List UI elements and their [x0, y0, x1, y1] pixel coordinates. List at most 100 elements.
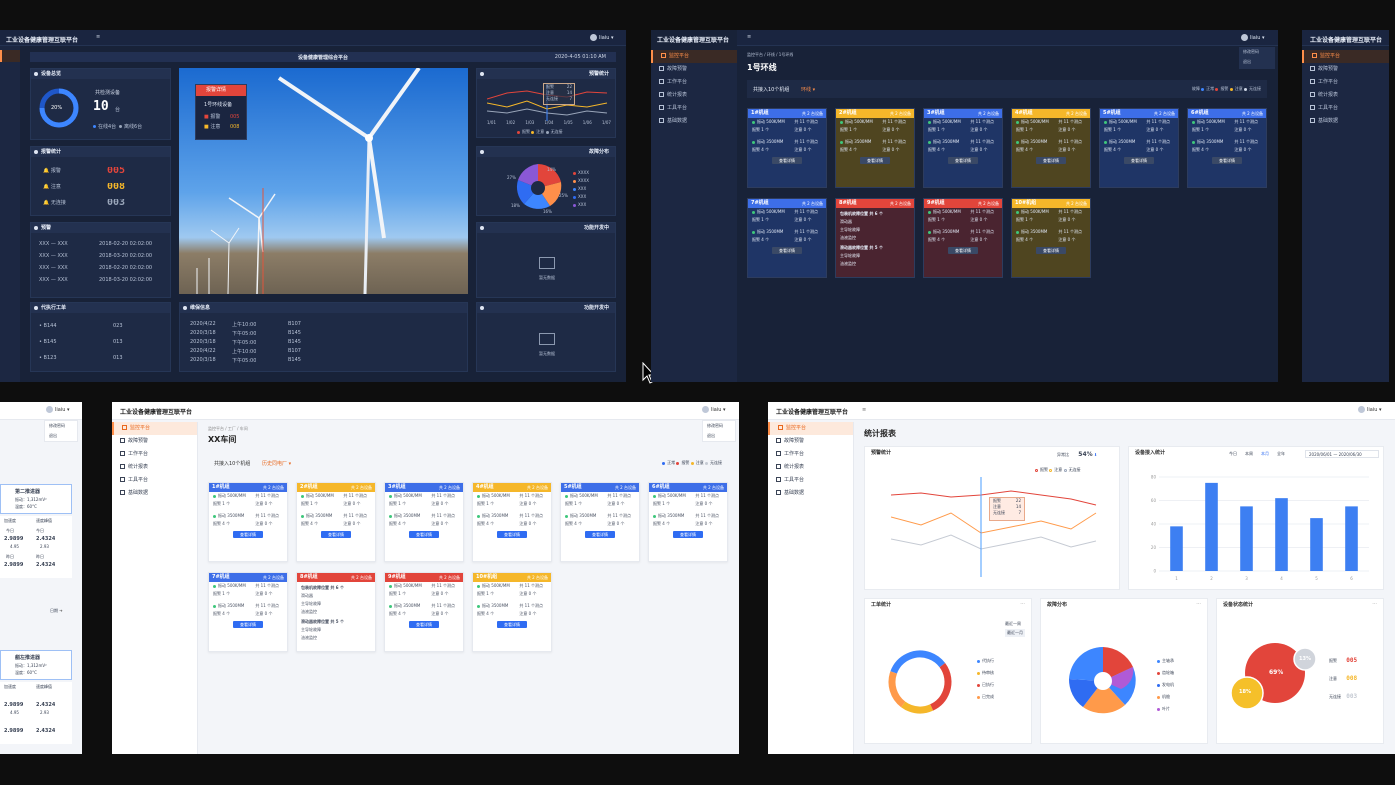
order-row[interactable]: • B123 [39, 355, 57, 361]
thruster-card-1[interactable]: 第二推进器 振动：1,312mV² 温度：60°C [0, 484, 72, 514]
sidebar-item[interactable]: 统计报表 [651, 89, 737, 102]
warning-row[interactable]: XXX — XXX [39, 241, 68, 247]
sidebar-item[interactable]: 故障预警 [1302, 63, 1389, 76]
period-tab[interactable]: 今日 [1229, 451, 1237, 456]
unit-card[interactable]: 9#机组 共 2 台设备 振动 500K/MM 共 11 个测点 报警 1 个注意 0 … [923, 198, 1003, 278]
sidebar-item[interactable]: 故障预警 [112, 435, 197, 448]
sidebar-item[interactable]: 监控平台 [651, 50, 737, 63]
unit-card[interactable]: 6#机组 共 2 台设备 振动 500K/MM 共 11 个测点 报警 1 个注意 0 … [1187, 108, 1267, 188]
menu-toggle-icon[interactable]: ≡ [747, 34, 751, 40]
view-details-button[interactable]: 查看详情 [1036, 247, 1066, 254]
period-tab[interactable]: 全年 [1277, 451, 1285, 456]
unit-card[interactable]: 3#机组 共 2 台设备 振动 500K/MM 共 11 个测点 报警 1 个注意 0 … [384, 482, 464, 562]
user-menu[interactable]: liaiu ▾ [46, 406, 70, 413]
more-icon[interactable]: ··· [1372, 601, 1377, 607]
unit-card[interactable]: 1#机组 共 2 台设备 振动 500K/MM 共 11 个测点 报警 1 个注意 0 … [208, 482, 288, 562]
unit-card[interactable]: 2#机组 共 2 台设备 振动 500K/MM 共 11 个测点 报警 1 个注意 0 … [835, 108, 915, 188]
sidebar-item[interactable]: 统计报表 [1302, 89, 1389, 102]
menu-toggle-icon[interactable]: ≡ [862, 407, 866, 413]
order-row[interactable]: • B145 [39, 339, 57, 345]
unit-card[interactable]: 2#机组 共 2 台设备 振动 500K/MM 共 11 个测点 报警 1 个注意 0 … [296, 482, 376, 562]
loop-select[interactable]: 环线 ▾ [801, 86, 815, 93]
user-menu[interactable]: liaiu ▾ [1241, 34, 1265, 41]
unit-card[interactable]: 3#机组 共 2 台设备 振动 500K/MM 共 11 个测点 报警 1 个注意 0 … [923, 108, 1003, 188]
sidebar-icon-monitor[interactable] [0, 50, 20, 62]
unit-card[interactable]: 4#机组 共 2 台设备 振动 500K/MM 共 11 个测点 报警 1 个注意 0 … [1011, 108, 1091, 188]
sidebar-item[interactable]: 统计报表 [112, 461, 197, 474]
sidebar-icon-report[interactable] [0, 86, 20, 98]
unit-card[interactable]: 7#机组 共 2 台设备 振动 500K/MM 共 11 个测点 报警 1 个注意 0 … [747, 198, 827, 278]
sidebar-item[interactable]: 工具平台 [651, 102, 737, 115]
tag-week[interactable]: 最近一周 [1005, 621, 1021, 627]
sidebar-icon-work[interactable] [0, 74, 20, 86]
sidebar-item[interactable]: 监控平台 [1302, 50, 1389, 63]
unit-card[interactable]: 8#机组共 2 台设备 包装机故障位置 共 6 个滑动器 主导轮故障 油液监控 滑动器故… [835, 198, 915, 278]
sidebar-item[interactable]: 工作平台 [768, 448, 853, 461]
unit-card[interactable]: 5#机组 共 2 台设备 振动 500K/MM 共 11 个测点 报警 1 个注意 0 … [560, 482, 640, 562]
unit-card[interactable]: 1#机组 共 2 台设备 振动 500K/MM 共 11 个测点 报警 1 个注意 0 … [747, 108, 827, 188]
more-icon[interactable]: ··· [1020, 601, 1025, 607]
logout[interactable]: 退出 [45, 431, 77, 441]
user-menu[interactable]: liaiu ▾ [702, 406, 726, 413]
sidebar-item[interactable]: 故障预警 [768, 435, 853, 448]
unit-card[interactable]: 7#机组 共 2 台设备 振动 500K/MM 共 11 个测点 报警 1 个注意 0 … [208, 572, 288, 652]
warning-row[interactable]: XXX — XXX [39, 265, 68, 271]
unit-card[interactable]: 8#机组共 2 台设备 包装机故障位置 共 6 个滑动器 主导轮故障 油液监控 滑动器故… [296, 572, 376, 652]
logout[interactable]: 退出 [703, 431, 735, 441]
user-menu[interactable]: liaiu ▾ [1358, 406, 1382, 413]
view-details-button[interactable]: 查看详情 [233, 531, 263, 538]
sidebar-item[interactable]: 基础数据 [651, 115, 737, 128]
unit-card[interactable]: 10#机组 共 2 台设备 振动 500K/MM 共 11 个测点 报警 1 个注意 0… [1011, 198, 1091, 278]
view-details-button[interactable]: 查看详情 [673, 531, 703, 538]
warning-row[interactable]: XXX — XXX [39, 253, 68, 259]
view-details-button[interactable]: 查看详情 [1212, 157, 1242, 164]
sidebar-item[interactable]: 工作平台 [651, 76, 737, 89]
sidebar-item[interactable]: 故障预警 [651, 63, 737, 76]
logout[interactable]: 退出 [1239, 57, 1275, 67]
unit-card[interactable]: 5#机组 共 2 台设备 振动 500K/MM 共 11 个测点 报警 1 个注意 0 … [1099, 108, 1179, 188]
sidebar-item[interactable]: 基础数据 [112, 487, 197, 500]
menu-toggle-icon[interactable]: ≡ [96, 34, 100, 40]
plant-select[interactable]: 历史同电厂 ▾ [262, 460, 291, 467]
view-details-button[interactable]: 查看详情 [860, 157, 890, 164]
sidebar-item[interactable]: 工作平台 [112, 448, 197, 461]
change-password[interactable]: 修改密码 [45, 421, 77, 431]
view-details-button[interactable]: 查看详情 [409, 621, 439, 628]
order-row[interactable]: • B144 [39, 323, 57, 329]
sidebar-item[interactable]: 统计报表 [768, 461, 853, 474]
view-details-button[interactable]: 查看详情 [1036, 157, 1066, 164]
unit-card[interactable]: 6#机组 共 2 台设备 振动 500K/MM 共 11 个测点 报警 1 个注意 0 … [648, 482, 728, 562]
view-details-button[interactable]: 查看详情 [497, 621, 527, 628]
view-details-button[interactable]: 查看详情 [772, 247, 802, 254]
sidebar-item[interactable]: 工具平台 [768, 474, 853, 487]
unit-card[interactable]: 4#机组 共 2 台设备 振动 500K/MM 共 11 个测点 报警 1 个注意 0 … [472, 482, 552, 562]
sidebar-item[interactable]: 监控平台 [112, 422, 197, 435]
warning-row[interactable]: XXX — XXX [39, 277, 68, 283]
thruster-card-2[interactable]: 艏左推进器 振动：1,312mV² 温度：60°C [0, 650, 72, 680]
sidebar-item[interactable]: 工作平台 [1302, 76, 1389, 89]
view-details-button[interactable]: 查看详情 [1124, 157, 1154, 164]
view-details-button[interactable]: 查看详情 [497, 531, 527, 538]
user-menu[interactable]: liaiu ▾ [590, 34, 614, 41]
view-details-button[interactable]: 查看详情 [233, 621, 263, 628]
sidebar-item[interactable]: 工具平台 [112, 474, 197, 487]
view-details-button[interactable]: 查看详情 [585, 531, 615, 538]
view-details-button[interactable]: 查看详情 [948, 247, 978, 254]
sidebar-icon-tools[interactable] [0, 98, 20, 110]
sidebar-icon-data[interactable] [0, 110, 20, 122]
unit-card[interactable]: 9#机组 共 2 台设备 振动 500K/MM 共 11 个测点 报警 1 个注意 0 … [384, 572, 464, 652]
sidebar-item[interactable]: 基础数据 [1302, 115, 1389, 128]
tag-month[interactable]: 最近一月 [1005, 629, 1025, 637]
view-details-button[interactable]: 查看详情 [948, 157, 978, 164]
period-tab[interactable]: 本周 [1245, 451, 1253, 456]
sidebar-icon-warning[interactable] [0, 62, 20, 74]
unit-card[interactable]: 10#机组 共 2 台设备 振动 500K/MM 共 11 个测点 报警 1 个注意 0… [472, 572, 552, 652]
date-range-picker[interactable]: 2020/06/01 — 2020/06/30 [1305, 450, 1379, 458]
view-details-button[interactable]: 查看详情 [321, 531, 351, 538]
view-details-button[interactable]: 查看详情 [772, 157, 802, 164]
sidebar-item[interactable]: 监控平台 [768, 422, 853, 435]
period-tab[interactable]: 本月 [1261, 451, 1269, 456]
more-icon[interactable]: ··· [1196, 601, 1201, 607]
view-details-button[interactable]: 查看详情 [409, 531, 439, 538]
sidebar-item[interactable]: 工具平台 [1302, 102, 1389, 115]
